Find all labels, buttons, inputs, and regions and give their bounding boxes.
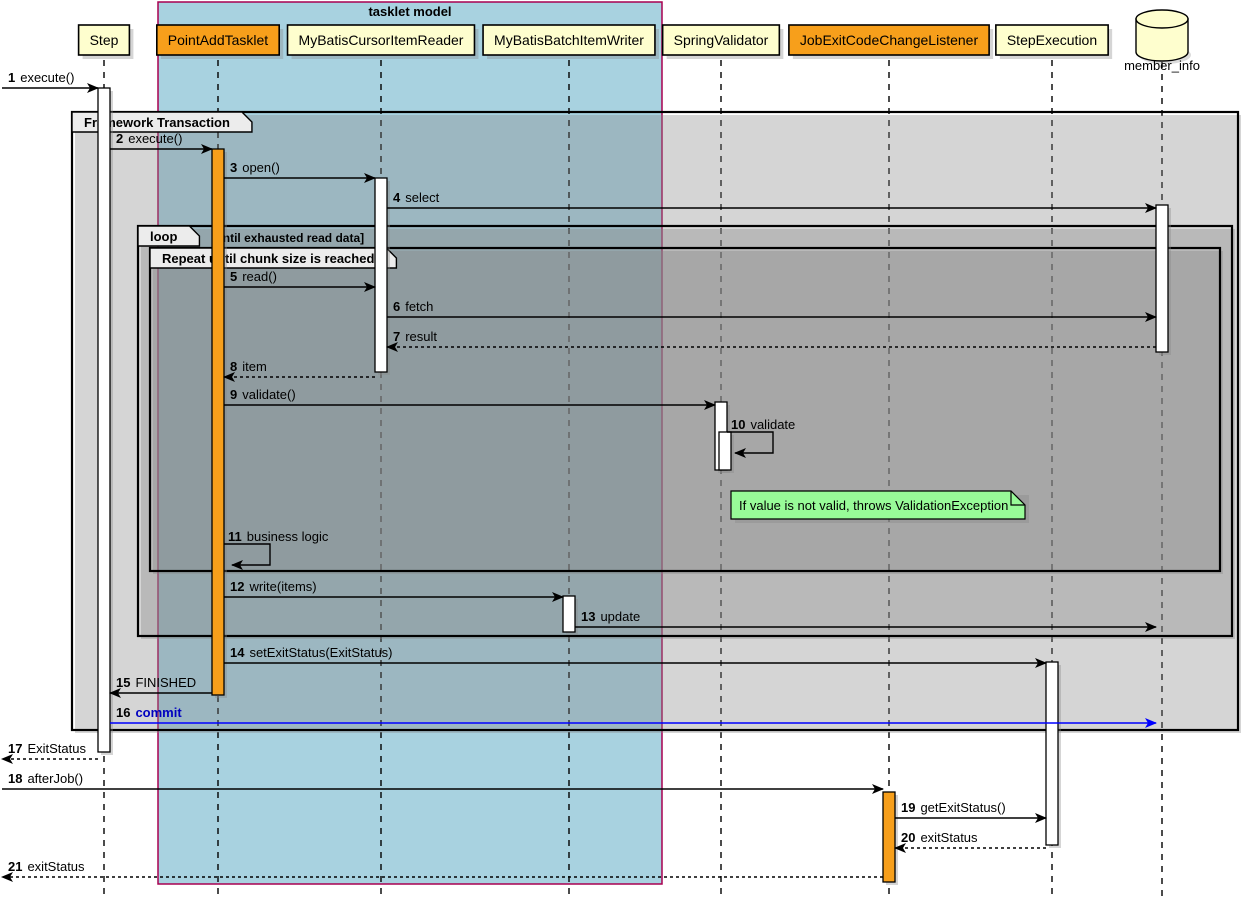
message-label: read() (242, 269, 277, 284)
fragment-label: loop (150, 229, 177, 244)
message-label: fetch (405, 299, 433, 314)
message-label: setExitStatus(ExitStatus) (249, 645, 392, 660)
activation-act-db-1 (1155, 204, 1171, 355)
note-validation-exception: If value is not valid, throws Validation… (730, 490, 1029, 523)
message-label: afterJob() (27, 771, 83, 786)
message-number: 16 (116, 705, 130, 720)
message-number: 1 (8, 70, 15, 85)
fragment-chunk: Repeat until chunk size is reached (148, 246, 1223, 574)
activation-act-listener (882, 791, 898, 885)
message-label: execute() (128, 131, 182, 146)
message-17: 17 ExitStatus (1, 741, 98, 764)
message-number: 19 (901, 800, 915, 815)
participant-label: JobExitCodeChangeListener (800, 32, 979, 48)
message-number: 10 (731, 417, 745, 432)
participant-tasklet[interactable]: PointAddTasklet (156, 24, 284, 59)
message-label: open() (242, 160, 280, 175)
message-1: 1 execute() (2, 70, 99, 93)
message-label: validate() (242, 387, 295, 402)
note-text: If value is not valid, throws Validation… (739, 498, 1008, 513)
message-label: ExitStatus (27, 741, 86, 756)
message-label: item (242, 359, 267, 374)
message-20: 20 exitStatus (894, 830, 1046, 853)
message-number: 7 (393, 329, 400, 344)
message-label: write(items) (248, 579, 316, 594)
message-number: 20 (901, 830, 915, 845)
fragment-guard: [until exhausted read data] (211, 231, 364, 245)
message-label: validate (750, 417, 795, 432)
participant-listener[interactable]: JobExitCodeChangeListener (788, 24, 994, 59)
activation-act-validator-nested (718, 431, 734, 473)
message-label: exitStatus (27, 859, 85, 874)
activation-act-tasklet (211, 148, 227, 698)
message-label: result (405, 329, 437, 344)
message-number: 15 (116, 675, 130, 690)
message-number: 12 (230, 579, 244, 594)
participant-label: member_info (1124, 58, 1200, 73)
activation-act-writer (562, 595, 578, 635)
tasklet-model-title: tasklet model (368, 4, 451, 19)
message-label: business logic (247, 529, 329, 544)
message-label: update (600, 609, 640, 624)
participant-stepexec[interactable]: StepExecution (995, 24, 1113, 59)
participant-step[interactable]: Step (77, 24, 134, 59)
participant-label: PointAddTasklet (168, 32, 269, 48)
message-label: select (405, 190, 439, 205)
message-number: 14 (230, 645, 245, 660)
message-label: commit (135, 705, 182, 720)
participant-reader[interactable]: MyBatisCursorItemReader (286, 24, 479, 59)
message-number: 18 (8, 771, 22, 786)
message-label: exitStatus (920, 830, 978, 845)
message-label: getExitStatus() (920, 800, 1005, 815)
message-19: 19 getExitStatus() (895, 800, 1047, 823)
participant-label: Step (90, 32, 119, 48)
fragment-label: Repeat until chunk size is reached (162, 251, 374, 266)
note-layer: If value is not valid, throws Validation… (730, 490, 1029, 523)
message-number: 13 (581, 609, 595, 624)
message-number: 3 (230, 160, 237, 175)
participant-label: MyBatisBatchItemWriter (494, 32, 644, 48)
message-number: 9 (230, 387, 237, 402)
fragments-layer: Framework Transactionloop [until exhauste… (70, 110, 1241, 733)
diagram-svg: tasklet model Framework Transactionloop[… (1, 1, 1241, 900)
message-label: FINISHED (135, 675, 196, 690)
participant-label: StepExecution (1007, 32, 1097, 48)
message-number: 17 (8, 741, 22, 756)
participant-writer[interactable]: MyBatisBatchItemWriter (482, 24, 659, 59)
message-number: 6 (393, 299, 400, 314)
message-number: 8 (230, 359, 237, 374)
participant-label: MyBatisCursorItemReader (299, 32, 464, 48)
participant-db[interactable]: member_info (1124, 9, 1200, 73)
message-label: execute() (20, 70, 74, 85)
message-number: 5 (230, 269, 237, 284)
participant-validator[interactable]: SpringValidator (661, 24, 784, 59)
activation-act-stepexec (1045, 661, 1061, 848)
message-number: 2 (116, 131, 123, 146)
sequence-diagram-canvas: tasklet model Framework Transaction loop[… (0, 0, 1249, 908)
participant-label: SpringValidator (674, 32, 769, 48)
activation-act-step (97, 87, 113, 755)
message-number: 4 (393, 190, 401, 205)
message-number: 21 (8, 859, 22, 874)
message-number: 11 (228, 529, 242, 544)
